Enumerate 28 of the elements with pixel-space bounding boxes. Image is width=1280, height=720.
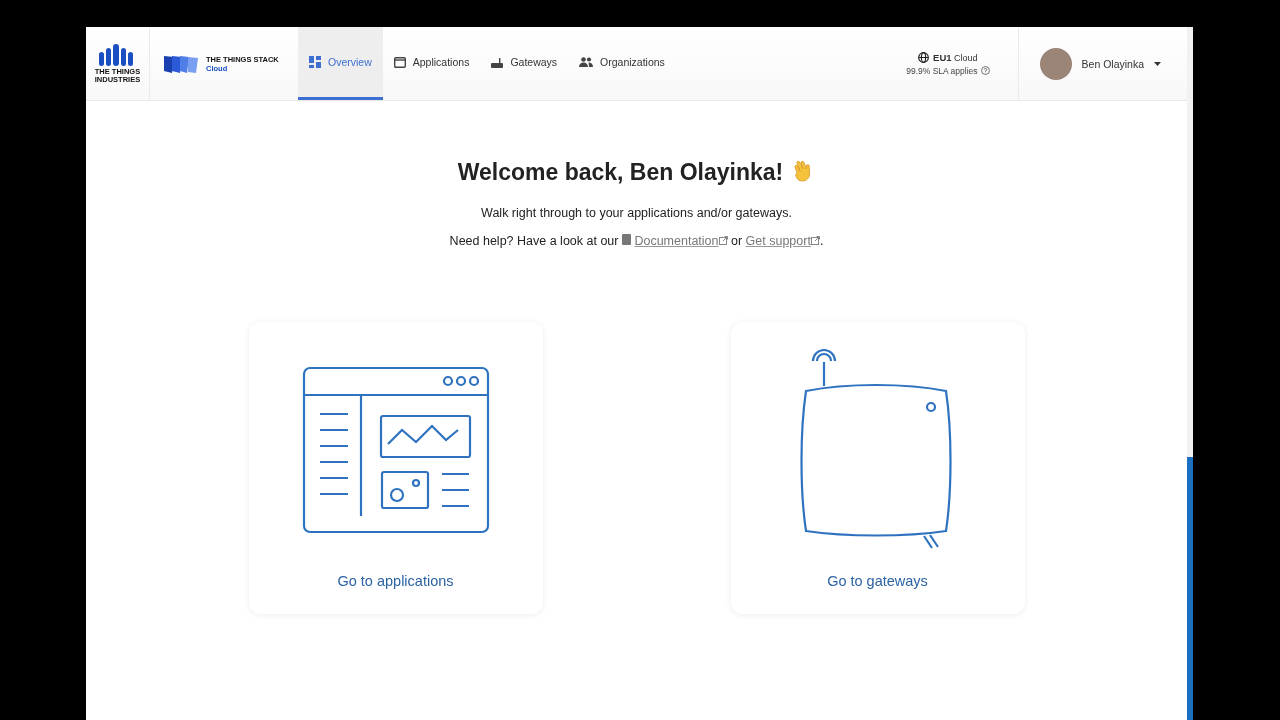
nav-tab[interactable]: Organizations [568,27,676,100]
help-text: Need help? Have a look at our Documentation or Get support . [449,234,824,248]
help-link[interactable]: Get support [745,234,820,248]
nav-card[interactable]: Go to gateways [730,322,1025,614]
welcome-subtitle: Walk right through to your applications and/or gateways. [481,206,792,220]
nav-tab[interactable]: Overview [298,27,383,100]
dashboard-icon [309,56,321,68]
help-icon[interactable] [980,66,990,75]
cluster-name: EU1 Cloud [933,51,978,63]
router-icon [491,56,504,68]
help-link[interactable]: Documentation [621,234,728,248]
people-icon [579,57,594,67]
user-menu[interactable]: Ben Olayinka [1018,27,1187,100]
scrollbar-thumb[interactable] [1187,457,1193,720]
nav-tab[interactable]: Gateways [480,27,569,100]
welcome-title: Welcome back, Ben Olayinka! [457,159,784,186]
window-icon [393,56,406,68]
external-link-icon [810,236,820,245]
scrollbar[interactable] [1187,27,1193,720]
globe-icon [918,51,930,63]
book-icon [621,234,631,245]
product-logo-icon [164,53,198,74]
avatar [1039,47,1072,80]
nav-card[interactable]: Go to applications [248,322,543,614]
caret-icon [1154,61,1161,66]
external-link-icon [718,236,728,245]
nav-tab[interactable]: Applications [382,27,481,100]
sla-text: 99.9% SLA applies [906,65,978,76]
